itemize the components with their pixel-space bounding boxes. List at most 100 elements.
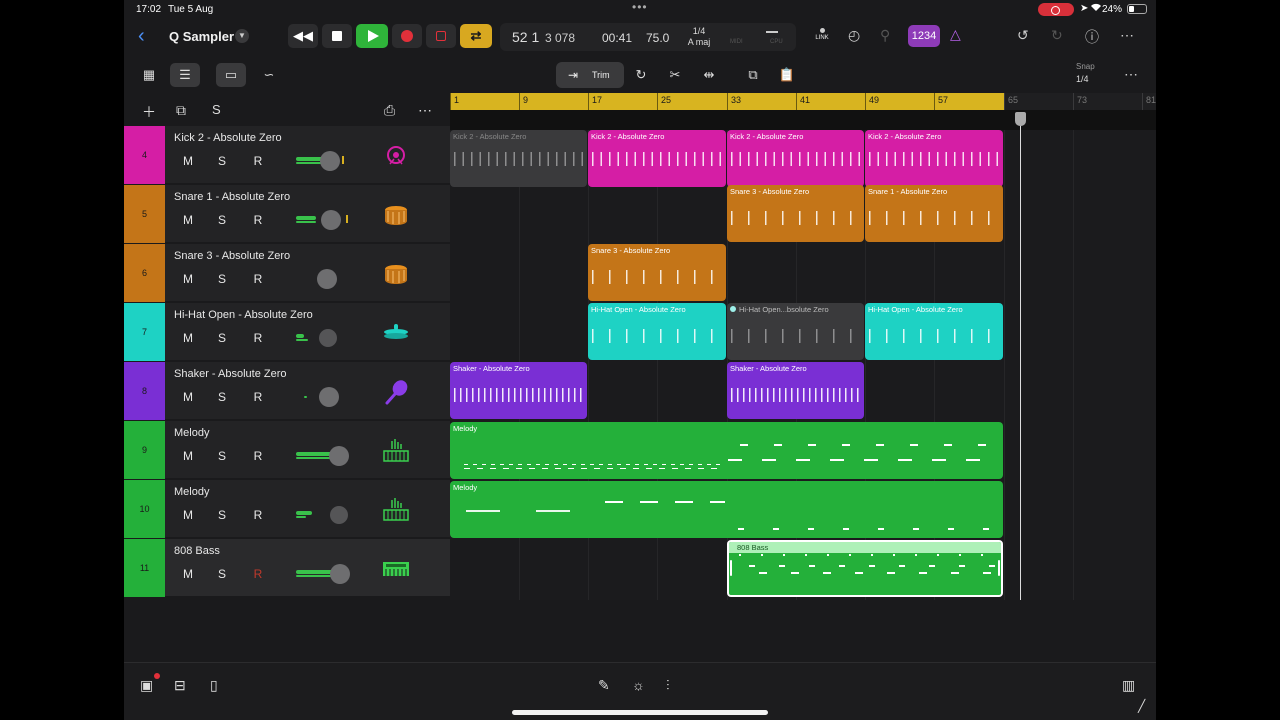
mute-button[interactable]: M	[179, 567, 197, 581]
solo-all-button[interactable]: S	[212, 102, 221, 117]
metronome-icon[interactable]: ◴	[848, 27, 860, 44]
tracks-view-icon[interactable]: ☰	[170, 63, 200, 87]
solo-button[interactable]: S	[213, 390, 231, 404]
record-enable-button[interactable]: R	[249, 213, 267, 227]
grid-view-icon[interactable]: ▦	[134, 63, 164, 87]
keyboard-toggle-icon[interactable]: ▥	[1122, 677, 1135, 694]
record-enable-button[interactable]: R	[249, 390, 267, 404]
track-row[interactable]: 6 Snare 3 - Absolute Zero M S R	[124, 244, 450, 302]
record-enable-button[interactable]: R	[249, 508, 267, 522]
record-enable-button[interactable]: R	[249, 272, 267, 286]
track-name[interactable]: Hi-Hat Open - Absolute Zero	[174, 309, 313, 321]
solo-button[interactable]: S	[213, 567, 231, 581]
volume-knob[interactable]	[320, 151, 340, 171]
record-enable-button[interactable]: R	[249, 567, 267, 581]
timeline-ruler[interactable]: 1 9 17 25 33 41 49 57 65 73 81	[450, 93, 1156, 110]
record-button[interactable]	[392, 24, 422, 48]
more-options-icon[interactable]: ⋯	[1120, 27, 1134, 44]
track-number[interactable]: 6	[124, 244, 165, 302]
undo-icon[interactable]: ↺	[1017, 27, 1029, 44]
mixer-icon[interactable]: ⫶	[666, 677, 670, 694]
midi-region[interactable]: Hi-Hat Open - Absolute Zero	[865, 303, 1003, 360]
midi-region[interactable]: Hi-Hat Open...bsolute Zero	[727, 303, 864, 360]
library-icon[interactable]: ▣	[140, 677, 153, 694]
volume-knob[interactable]	[330, 506, 348, 524]
track-name[interactable]: 808 Bass	[174, 545, 220, 557]
plugins-icon[interactable]: ☼	[632, 677, 645, 693]
pencil-corner-icon[interactable]: ╱	[1138, 699, 1145, 713]
multitasking-dots-icon[interactable]: •••	[632, 0, 648, 14]
automation-icon[interactable]: ∽	[254, 63, 284, 87]
track-row[interactable]: 9 Melody M S R	[124, 421, 450, 479]
project-title[interactable]: Q Sampler	[169, 29, 234, 44]
lcd-display[interactable]: 52 1 3 078 00:41 75.0 1/4 A maj MIDI CPU	[500, 23, 796, 51]
record-enable-button[interactable]: R	[249, 449, 267, 463]
track-number[interactable]: 7	[124, 303, 165, 361]
midi-region[interactable]: Snare 3 - Absolute Zero	[727, 185, 864, 242]
track-number[interactable]: 8	[124, 362, 165, 420]
import-icon[interactable]: ⎙	[384, 102, 395, 119]
split-tool-icon[interactable]: ✂	[660, 63, 690, 87]
mute-button[interactable]: M	[179, 390, 197, 404]
midi-region[interactable]: Kick 2 - Absolute Zero	[727, 130, 864, 187]
midi-region[interactable]: Shaker - Absolute Zero	[727, 362, 864, 419]
more-options-icon[interactable]: ⋯	[1124, 66, 1138, 83]
link-button[interactable]: LINK	[812, 28, 832, 41]
mute-button[interactable]: M	[179, 449, 197, 463]
chevron-left-icon[interactable]: ‹	[138, 26, 158, 47]
solo-button[interactable]: S	[213, 213, 231, 227]
count-in-button[interactable]: 1234	[908, 25, 940, 47]
volume-knob[interactable]	[329, 446, 349, 466]
volume-slider[interactable]	[296, 334, 304, 338]
copy-icon[interactable]: ⧉	[738, 63, 768, 87]
redo-icon[interactable]: ↻	[1051, 27, 1063, 44]
midi-region-selected[interactable]: 808 Bass	[727, 540, 1003, 597]
join-tool-icon[interactable]: ⇹	[694, 63, 724, 87]
trim-tool-button[interactable]: ⇥ Trim	[556, 62, 624, 88]
pencil-icon[interactable]: ✎	[598, 677, 610, 694]
marker-lane[interactable]	[450, 110, 1156, 130]
region-trim-left-handle[interactable]	[730, 560, 732, 576]
add-track-icon[interactable]: ＋	[142, 102, 156, 122]
record-enable-button[interactable]: R	[249, 331, 267, 345]
volume-slider[interactable]	[296, 216, 316, 220]
mute-button[interactable]: M	[179, 213, 197, 227]
track-row[interactable]: 8 Shaker - Absolute Zero M S R	[124, 362, 450, 420]
track-name[interactable]: Melody	[174, 427, 209, 439]
track-name[interactable]: Melody	[174, 486, 209, 498]
volume-knob[interactable]	[330, 564, 350, 584]
volume-knob[interactable]	[319, 387, 339, 407]
tracks-area[interactable]: Kick 2 - Absolute Zero Kick 2 - Absolute…	[450, 130, 1156, 600]
midi-region[interactable]: Snare 1 - Absolute Zero	[865, 185, 1003, 242]
help-icon[interactable]: ⓘ	[1085, 27, 1099, 47]
mute-button[interactable]: M	[179, 508, 197, 522]
region-trim-right-handle[interactable]	[998, 560, 1000, 576]
more-options-icon[interactable]: ⋯	[418, 102, 432, 119]
track-name[interactable]: Snare 3 - Absolute Zero	[174, 250, 290, 262]
track-row[interactable]: 5 Snare 1 - Absolute Zero M S R	[124, 185, 450, 243]
track-name[interactable]: Snare 1 - Absolute Zero	[174, 191, 290, 203]
capture-recording-button[interactable]	[426, 24, 456, 48]
editor-view-icon[interactable]: ▭	[216, 63, 246, 87]
rewind-button[interactable]: ◀◀	[288, 24, 318, 48]
track-number[interactable]: 4	[124, 126, 165, 184]
solo-button[interactable]: S	[213, 331, 231, 345]
home-indicator[interactable]	[512, 710, 768, 715]
cycle-button[interactable]: ⇄	[460, 24, 492, 48]
tuner-icon[interactable]: ⚲	[880, 27, 890, 44]
track-number[interactable]: 10	[124, 480, 165, 538]
volume-knob[interactable]	[319, 329, 337, 347]
snap-value[interactable]: 1/4	[1076, 74, 1089, 84]
track-row[interactable]: 11 808 Bass M S R	[124, 539, 450, 597]
track-row[interactable]: 10 Melody M S R	[124, 480, 450, 538]
track-number[interactable]: 9	[124, 421, 165, 479]
mute-button[interactable]: M	[179, 154, 197, 168]
midi-region[interactable]: Shaker - Absolute Zero	[450, 362, 587, 419]
midi-region[interactable]: Kick 2 - Absolute Zero	[450, 130, 587, 187]
browser-icon[interactable]: ▯	[210, 677, 218, 694]
stop-button[interactable]	[322, 24, 352, 48]
track-row[interactable]: 7 Hi-Hat Open - Absolute Zero M S R	[124, 303, 450, 361]
screen-recording-icon[interactable]	[1038, 3, 1074, 16]
volume-knob[interactable]	[321, 210, 341, 230]
paste-icon[interactable]: 📋	[772, 63, 802, 87]
